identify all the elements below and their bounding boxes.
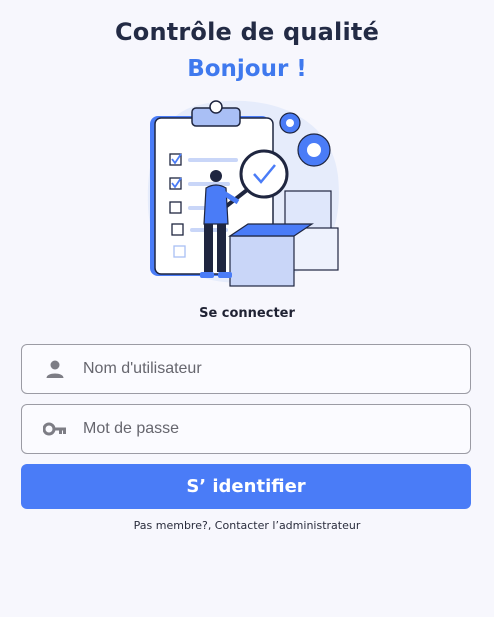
quality-control-illustration — [140, 96, 350, 292]
username-input[interactable] — [83, 354, 443, 384]
login-subtitle: Se connecter — [199, 306, 295, 321]
password-field[interactable] — [21, 404, 471, 454]
login-button[interactable]: S’ identifier — [21, 464, 471, 509]
password-input[interactable] — [83, 414, 443, 444]
username-field[interactable] — [21, 344, 471, 394]
person-icon — [43, 357, 67, 381]
key-icon — [43, 417, 67, 441]
contact-admin-link[interactable]: Pas membre?, Contacter l’administrateur — [0, 519, 494, 532]
page-title: Contrôle de qualité — [114, 18, 380, 46]
greeting-text: Bonjour ! — [187, 56, 307, 82]
